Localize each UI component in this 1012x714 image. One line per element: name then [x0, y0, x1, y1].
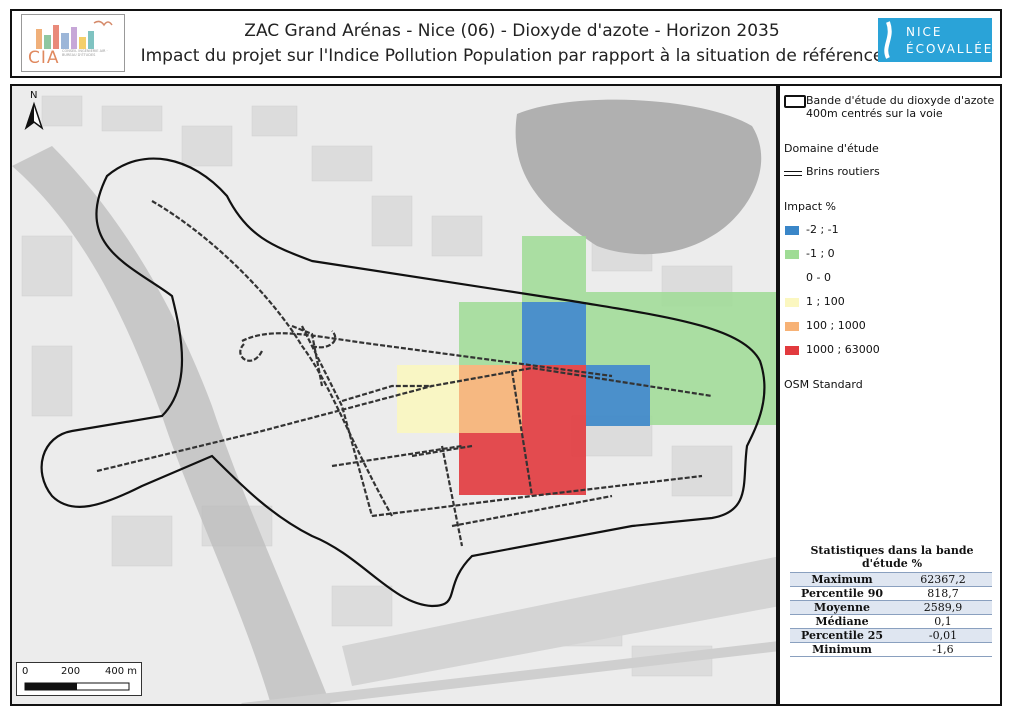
stats-row: Maximum 62367,2: [790, 572, 992, 587]
stats-value: -1,6: [894, 642, 992, 657]
stats-row: Moyenne 2589,9: [790, 600, 992, 615]
impact-class-6: 1000 ; 63000: [806, 343, 880, 356]
scale-bar-graphic: [24, 682, 130, 691]
stats-row: Médiane 0,1: [790, 614, 992, 629]
scale-bar: 0 200 400 m: [16, 662, 142, 696]
impact-class-4: 1 ; 100: [806, 295, 845, 308]
cia-logo: CIA CONSEIL INGÉNIERIE AIR · BUREAU D'ÉT…: [21, 14, 125, 72]
stats-label: Minimum: [790, 642, 894, 657]
north-label: N: [30, 90, 38, 101]
stats-row: Percentile 90 818,7: [790, 586, 992, 601]
band-label-line1: Bande d'étude du dioxyde d'azote: [806, 94, 995, 107]
scale-label-400: 400 m: [105, 666, 138, 677]
stats-label: Médiane: [790, 614, 894, 629]
cell-red: [459, 433, 522, 495]
logo-tagline: CONSEIL INGÉNIERIE AIR · BUREAU D'ÉTUDES: [62, 49, 108, 57]
cell-green: [459, 302, 522, 365]
scale-label-0: 0: [22, 666, 29, 677]
basemap-label: OSM Standard: [784, 378, 863, 391]
stats-label: Percentile 90: [790, 586, 894, 601]
cell-red: [522, 365, 586, 495]
header: CIA CONSEIL INGÉNIERIE AIR · BUREAU D'ÉT…: [10, 9, 1002, 78]
map-canvas[interactable]: [12, 86, 778, 706]
legend-panel: Bande d'étude du dioxyde d'azote 400m ce…: [778, 84, 1002, 706]
band-outline-swatch: [784, 95, 806, 108]
stats-value: 818,7: [894, 586, 992, 601]
map-panel[interactable]: N 0 200 400 m: [10, 84, 778, 706]
impact-swatch-1: [785, 226, 799, 235]
impact-title: Impact %: [784, 200, 836, 213]
scale-label-200: 200: [61, 666, 81, 677]
cell-blue: [522, 302, 586, 365]
impact-class-5: 100 ; 1000: [806, 319, 866, 332]
cell-yellow: [397, 365, 459, 433]
map-title: ZAC Grand Arénas - Nice (06) - Dioxyde d…: [244, 21, 780, 41]
stats-label: Percentile 25: [790, 628, 894, 643]
logo-line2: ÉCOVALLÉE: [906, 42, 994, 56]
impact-swatch-3: [785, 274, 799, 283]
stats-title: Statistiques dans la bande d'étude %: [810, 544, 974, 570]
stats-value: -0,01: [894, 628, 992, 643]
stats-label: Moyenne: [790, 600, 894, 615]
stats-row: Percentile 25 -0,01: [790, 628, 992, 643]
impact-class-1: -2 ; -1: [806, 223, 839, 236]
map-subtitle: Impact du projet sur l'Indice Pollution …: [140, 46, 884, 66]
stats-value: 2589,9: [894, 600, 992, 615]
impact-swatch-6: [785, 346, 799, 355]
domain-label: Domaine d'étude: [784, 142, 879, 155]
stats-value: 62367,2: [894, 572, 992, 587]
stats-value: 0,1: [894, 614, 992, 629]
logo-acronym: CIA: [28, 48, 60, 68]
stats-row: Minimum -1,6: [790, 642, 992, 657]
impact-class-2: -1 ; 0: [806, 247, 835, 260]
impact-swatch-4: [785, 298, 799, 307]
nice-ecovallee-logo: NICE ÉCOVALLÉE: [878, 18, 992, 62]
stats-table: Statistiques dans la bande d'étude % Max…: [790, 544, 994, 657]
roads-swatch: [784, 171, 802, 176]
stats-label: Maximum: [790, 572, 894, 587]
cell-green: [522, 236, 586, 302]
roads-label: Brins routiers: [806, 165, 880, 178]
stats-grid: Maximum 62367,2 Percentile 90 818,7 Moye…: [790, 572, 992, 657]
impact-swatch-2: [785, 250, 799, 259]
logo-line1: NICE: [906, 25, 943, 39]
band-label-line2: 400m centrés sur la voie: [806, 107, 943, 120]
impact-class-3: 0 - 0: [806, 271, 831, 284]
impact-swatch-5: [785, 322, 799, 331]
cell-green: [586, 292, 650, 365]
